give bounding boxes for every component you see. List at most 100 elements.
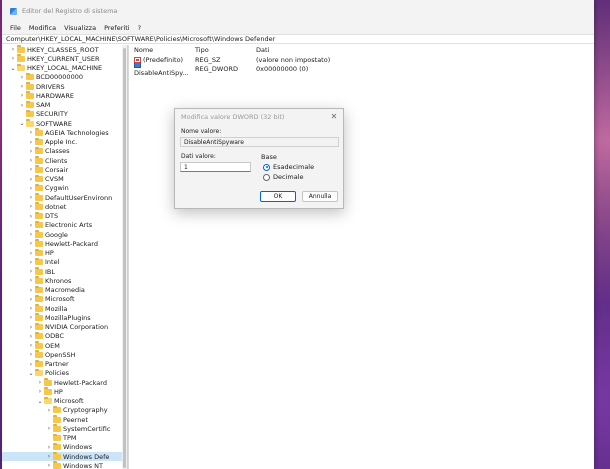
chevron-right-icon[interactable]: › <box>19 82 25 91</box>
chevron-right-icon[interactable]: › <box>28 147 34 156</box>
tree-scrollbar[interactable] <box>122 45 127 469</box>
chevron-right-icon[interactable]: › <box>28 267 34 276</box>
tree-node[interactable]: › Microsoft <box>2 294 127 304</box>
chevron-right-icon[interactable]: › <box>37 378 43 387</box>
chevron-right-icon[interactable]: › <box>28 156 34 165</box>
tree-node[interactable]: › Cryptography <box>2 405 127 415</box>
chevron-right-icon[interactable]: › <box>28 249 34 258</box>
chevron-right-icon[interactable]: › <box>28 193 34 202</box>
tree-node[interactable]: › HP <box>2 387 127 396</box>
chevron-right-icon[interactable]: › <box>46 443 52 452</box>
menu-file[interactable]: File <box>10 24 21 32</box>
tree-node[interactable]: › DTS <box>2 211 127 221</box>
radio-decimal[interactable]: Decimale <box>263 172 339 182</box>
tree-node[interactable]: › HP <box>2 248 127 258</box>
tree-node[interactable]: › SystemCertific <box>2 424 127 433</box>
cancel-button[interactable]: Annulla <box>302 191 338 202</box>
tree-node[interactable]: › Partner <box>2 359 127 369</box>
chevron-right-icon[interactable]: › <box>28 239 34 248</box>
chevron-right-icon[interactable]: › <box>28 175 34 184</box>
chevron-right-icon[interactable]: › <box>28 230 34 239</box>
tree-node[interactable]: ⌄ SOFTWARE <box>2 119 127 128</box>
tree-node[interactable]: SECURITY <box>2 109 127 119</box>
tree-node[interactable]: › NVIDIA Corporation <box>2 322 127 332</box>
tree-node[interactable]: TPM <box>2 433 127 443</box>
chevron-down-icon[interactable]: ⌄ <box>19 119 25 128</box>
chevron-right-icon[interactable]: › <box>10 45 16 54</box>
chevron-right-icon[interactable]: › <box>19 91 25 100</box>
value-row[interactable]: DisableAntiSpy... REG_DWORD 0x00000000 (… <box>129 61 594 77</box>
column-header-data[interactable]: Dati <box>253 46 594 54</box>
chevron-right-icon[interactable]: › <box>28 313 34 322</box>
chevron-right-icon[interactable]: › <box>46 424 52 433</box>
tree-node[interactable]: › BCD00000000 <box>2 72 127 82</box>
tree-node[interactable]: › Hewlett-Packard <box>2 239 127 248</box>
chevron-right-icon[interactable]: › <box>46 452 52 461</box>
tree-node[interactable]: › HKEY_CLASSES_ROOT <box>2 45 127 54</box>
tree-node[interactable]: › OpenSSH <box>2 350 127 359</box>
chevron-right-icon[interactable]: › <box>28 304 34 313</box>
chevron-down-icon[interactable]: ⌄ <box>10 64 16 73</box>
chevron-right-icon[interactable]: › <box>46 406 52 415</box>
chevron-right-icon[interactable]: › <box>28 350 34 359</box>
tree-scrollbar-thumb[interactable] <box>123 48 126 468</box>
address-bar[interactable]: Computer\HKEY_LOCAL_MACHINE\SOFTWARE\Pol… <box>2 34 594 44</box>
chevron-right-icon[interactable]: › <box>28 323 34 332</box>
tree-node[interactable]: › Khronos <box>2 276 127 285</box>
tree-node[interactable]: Peernet <box>2 415 127 424</box>
chevron-right-icon[interactable]: › <box>37 387 43 396</box>
tree-node[interactable]: › SAM <box>2 100 127 110</box>
chevron-down-icon[interactable]: ⌄ <box>28 369 34 378</box>
tree-node[interactable]: › Cygwin <box>2 183 127 193</box>
tree-node[interactable]: › Hewlett-Packard <box>2 378 127 387</box>
menu-modifica[interactable]: Modifica <box>29 24 56 32</box>
chevron-right-icon[interactable]: › <box>28 295 34 304</box>
tree-node[interactable]: › Windows <box>2 442 127 452</box>
value-row[interactable]: (Predefinito) REG_SZ (valore non imposta… <box>129 55 594 64</box>
tree-node[interactable]: › Electronic Arts <box>2 220 127 230</box>
menu-preferiti[interactable]: Preferiti <box>104 24 129 32</box>
tree-node[interactable]: › Windows NT <box>2 461 127 469</box>
tree-node[interactable]: › AGEIA Technologies <box>2 128 127 137</box>
tree-node[interactable]: ⌄ HKEY_LOCAL_MACHINE <box>2 63 127 73</box>
menu-help[interactable]: ? <box>138 24 141 32</box>
tree-node[interactable]: › Corsair <box>2 165 127 174</box>
tree-node[interactable]: › IBL <box>2 267 127 276</box>
tree-node[interactable]: › Mozilla <box>2 304 127 313</box>
chevron-right-icon[interactable]: › <box>28 212 34 221</box>
radio-hexadecimal[interactable]: Esadecimale <box>263 162 339 172</box>
chevron-right-icon[interactable]: › <box>28 128 34 137</box>
tree-node[interactable]: › Classes <box>2 146 127 156</box>
value-data-input[interactable]: 1 <box>180 162 251 172</box>
chevron-right-icon[interactable]: › <box>28 341 34 350</box>
tree-node[interactable]: › ODBC <box>2 331 127 341</box>
tree-node[interactable]: › DefaultUserEnvironn <box>2 193 127 202</box>
tree-node[interactable]: › dotnet <box>2 202 127 211</box>
chevron-right-icon[interactable]: › <box>28 332 34 341</box>
tree-node[interactable]: ⌄ Policies <box>2 368 127 378</box>
tree-node[interactable]: › DRIVERS <box>2 82 127 91</box>
menu-visualizza[interactable]: Visualizza <box>64 24 96 32</box>
chevron-right-icon[interactable]: › <box>28 138 34 147</box>
tree-node[interactable]: ⌄ Microsoft <box>2 396 127 406</box>
chevron-down-icon[interactable]: ⌄ <box>37 397 43 406</box>
tree-node[interactable]: › Apple Inc. <box>2 137 127 147</box>
chevron-right-icon[interactable]: › <box>28 202 34 211</box>
close-icon[interactable]: ✕ <box>329 111 339 121</box>
tree-node[interactable]: › CVSM <box>2 174 127 184</box>
chevron-right-icon[interactable]: › <box>19 73 25 82</box>
ok-button[interactable]: OK <box>260 191 296 202</box>
chevron-right-icon[interactable]: › <box>28 258 34 267</box>
tree-node[interactable]: › Windows Defe <box>2 452 127 462</box>
chevron-right-icon[interactable]: › <box>46 461 52 469</box>
column-header-name[interactable]: Nome <box>129 46 192 54</box>
tree-node[interactable]: › HARDWARE <box>2 91 127 100</box>
tree-node[interactable]: › Macromedia <box>2 285 127 295</box>
chevron-right-icon[interactable]: › <box>28 221 34 230</box>
chevron-right-icon[interactable]: › <box>28 184 34 193</box>
chevron-right-icon[interactable]: › <box>10 54 16 63</box>
chevron-right-icon[interactable]: › <box>28 165 34 174</box>
tree-node[interactable]: › HKEY_CURRENT_USER <box>2 54 127 63</box>
chevron-right-icon[interactable]: › <box>28 360 34 369</box>
tree-node[interactable]: › Intel <box>2 257 127 267</box>
